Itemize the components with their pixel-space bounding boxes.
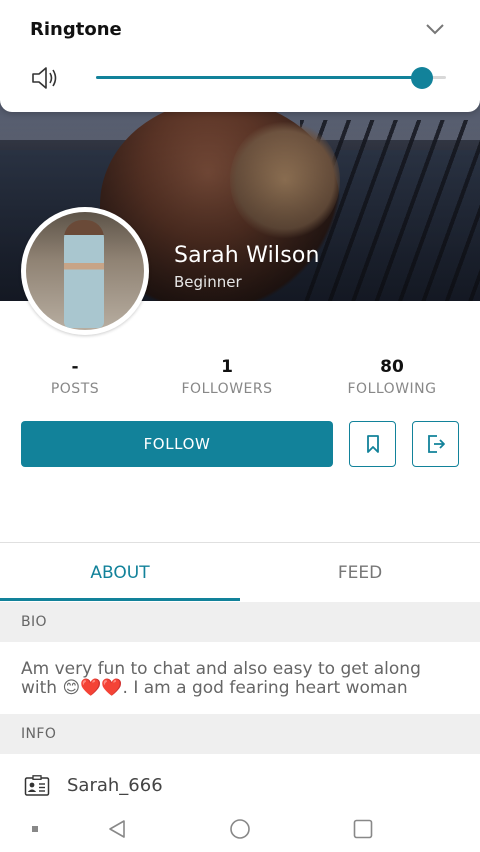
stat-label: POSTS [50, 381, 100, 397]
bookmark-button[interactable] [349, 421, 396, 467]
bio-text: Am very fun to chat and also easy to get… [21, 659, 421, 698]
stat-value: 80 [380, 357, 404, 377]
bookmark-icon [366, 435, 379, 453]
stat-posts[interactable]: - POSTS [0, 355, 150, 397]
ringtone-title: Ringtone [30, 19, 122, 40]
stat-following[interactable]: 80 FOLLOWING [317, 355, 467, 397]
id-card-icon [24, 775, 50, 796]
bio-heading: BIO [0, 602, 480, 642]
ringtone-volume-panel: Ringtone [0, 0, 480, 112]
chevron-down-icon[interactable] [424, 18, 446, 40]
profile-name: Sarah Wilson [174, 243, 320, 268]
logout-button[interactable] [412, 421, 459, 467]
follow-button[interactable]: FOLLOW [21, 421, 333, 467]
username-value: Sarah_666 [67, 775, 163, 796]
volume-slider-thumb[interactable] [411, 67, 433, 89]
profile-stats: - POSTS 1 FOLLOWERS 80 FOLLOWING [0, 355, 480, 405]
home-icon[interactable] [225, 814, 255, 844]
info-heading: INFO [0, 714, 480, 754]
menu-dot-icon[interactable] [20, 814, 50, 844]
stat-value: 1 [221, 357, 233, 377]
logout-icon [427, 435, 445, 453]
system-navigation-bar [0, 806, 480, 852]
speaker-icon[interactable] [30, 64, 60, 92]
profile-tabs: ABOUT FEED [0, 543, 480, 602]
info-username-row: Sarah_666 [0, 772, 480, 802]
stat-followers[interactable]: 1 FOLLOWERS [152, 355, 302, 397]
stat-value: - [71, 357, 79, 377]
profile-level: Beginner [174, 273, 242, 291]
stat-label: FOLLOWERS [181, 381, 273, 397]
volume-slider[interactable] [96, 66, 446, 90]
tab-feed[interactable]: FEED [240, 543, 480, 602]
tab-about[interactable]: ABOUT [0, 543, 240, 602]
avatar[interactable] [21, 207, 149, 335]
back-icon[interactable] [102, 814, 132, 844]
active-tab-indicator [0, 598, 240, 601]
recents-icon[interactable] [348, 814, 378, 844]
stat-label: FOLLOWING [347, 381, 437, 397]
